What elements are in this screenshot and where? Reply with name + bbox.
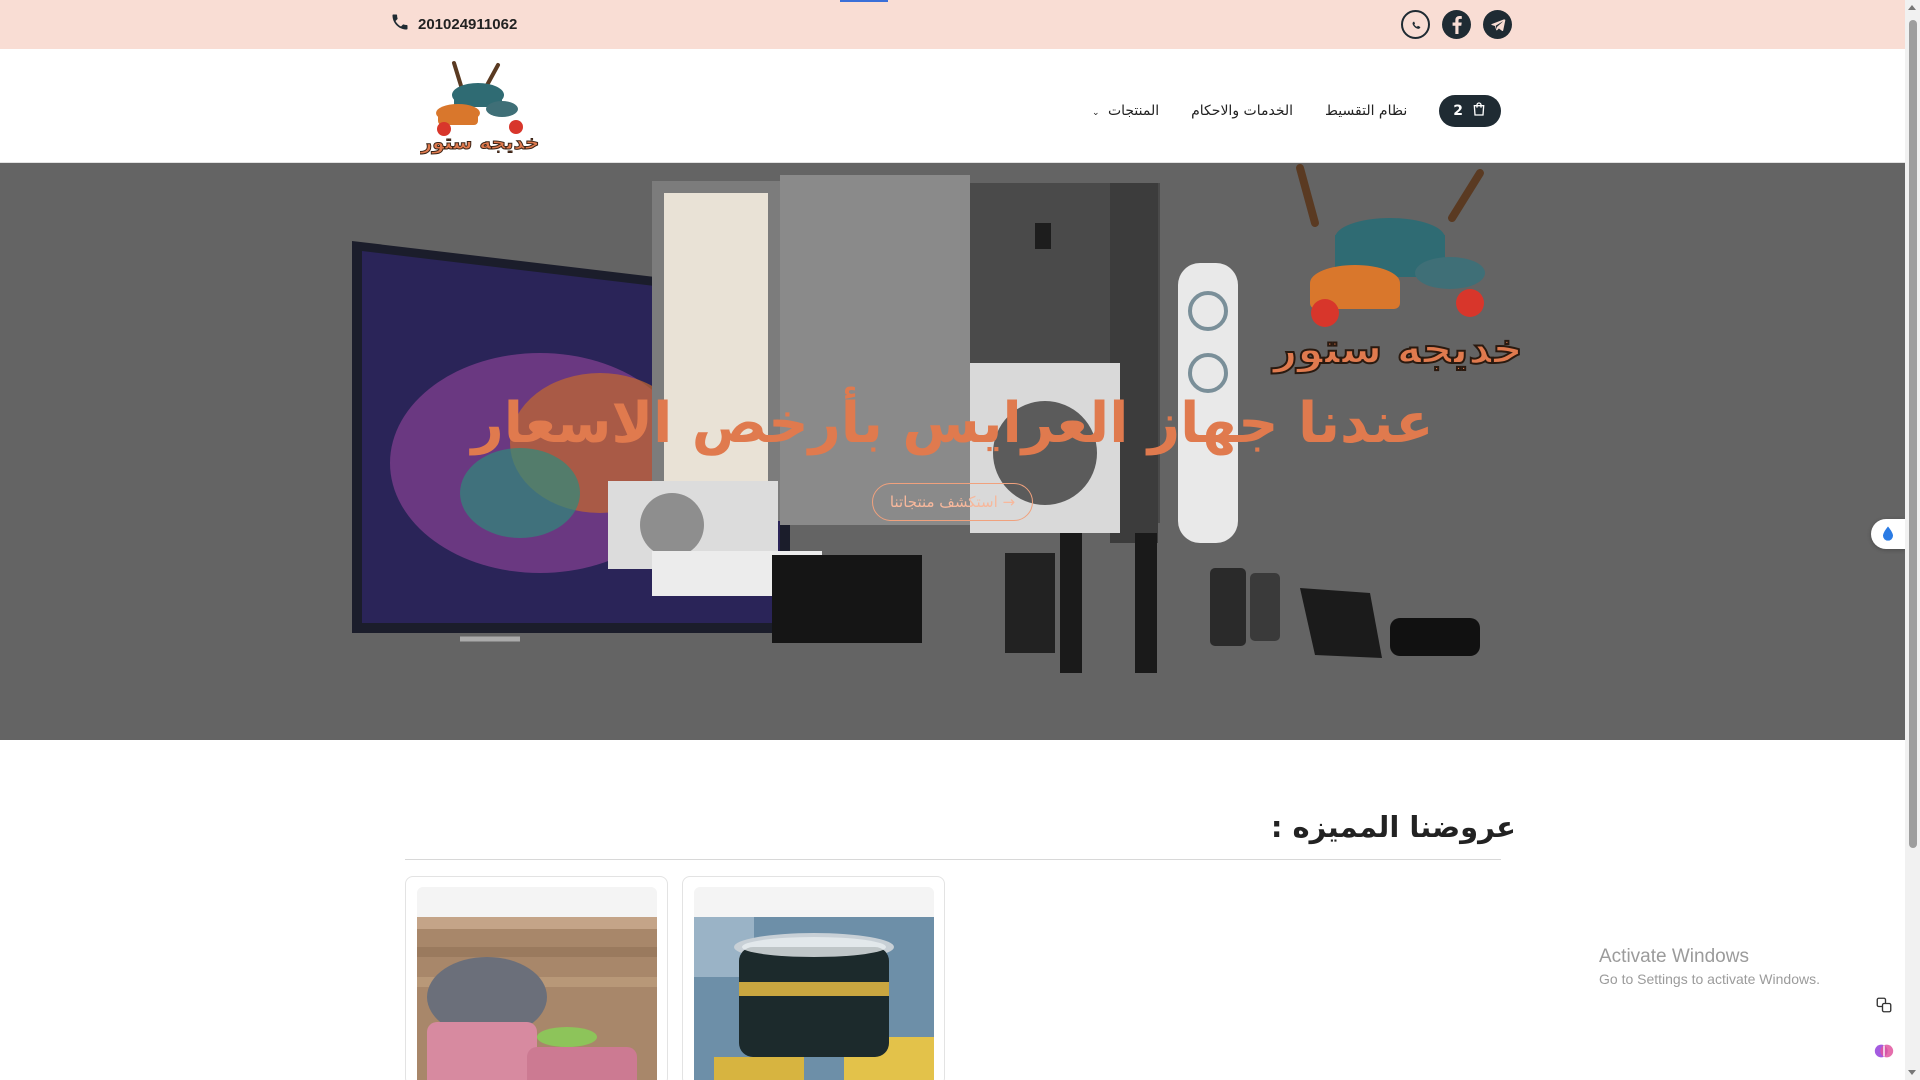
scroll-down-arrow-icon[interactable] — [1908, 1070, 1916, 1075]
facebook-icon[interactable] — [1442, 10, 1471, 39]
svg-text:خديجه ستور: خديجه ستور — [420, 130, 539, 154]
hero-title: عندنا جهاز العرايس بأرخص الاسعار — [471, 391, 1434, 456]
site-header: خديجه ستور 2 نظام التقسيط الخدمات والاحك… — [0, 49, 1905, 163]
product-image — [694, 887, 934, 1080]
nav-installments[interactable]: نظام التقسيط — [1325, 103, 1407, 119]
nav-products-label: المنتجات — [1107, 103, 1160, 119]
floating-widget-button[interactable] — [1871, 519, 1905, 549]
product-card[interactable] — [405, 876, 668, 1080]
main-nav: 2 نظام التقسيط الخدمات والاحكام المنتجات… — [1092, 95, 1501, 127]
nav-terms[interactable]: الخدمات والاحكام — [1191, 103, 1293, 119]
windows-activation-watermark: Activate Windows Go to Settings to activ… — [1599, 946, 1820, 987]
water-drop-icon — [1883, 526, 1893, 541]
store-logo[interactable]: خديجه ستور — [419, 55, 540, 157]
telegram-icon[interactable] — [1483, 10, 1512, 39]
whatsapp-icon[interactable] — [1401, 10, 1430, 39]
section-divider — [405, 859, 1501, 860]
top-bar: 201024911062 — [0, 0, 1905, 49]
chevron-down-icon: ⌄ — [1091, 108, 1100, 118]
phone-contact[interactable]: 201024911062 — [390, 12, 517, 36]
translate-icon[interactable] — [1869, 990, 1899, 1020]
product-image — [417, 887, 657, 1080]
cart-button[interactable]: 2 — [1439, 95, 1501, 127]
phone-icon — [390, 12, 410, 36]
featured-offers-title: عروضنا المميزه : — [1270, 810, 1516, 844]
cart-count: 2 — [1453, 103, 1463, 119]
hero-banner: خديجه ستور عندنا جهاز العرايس بأرخص الاس… — [0, 163, 1905, 740]
scrollbar-thumb[interactable] — [1909, 20, 1917, 848]
nav-products[interactable]: المنتجات ⌄ — [1092, 103, 1159, 119]
brain-extension-icon[interactable] — [1869, 1036, 1899, 1066]
page-scrollbar[interactable] — [1905, 0, 1920, 1080]
scroll-up-arrow-icon[interactable] — [1908, 5, 1916, 10]
product-card[interactable] — [682, 876, 945, 1080]
phone-number: 201024911062 — [418, 15, 518, 33]
active-tab-indicator — [840, 0, 888, 2]
activate-title: Activate Windows — [1599, 946, 1749, 967]
svg-text:خديجه ستور: خديجه ستور — [1271, 324, 1523, 374]
shopping-bag-icon — [1471, 101, 1487, 121]
activate-subtitle: Go to Settings to activate Windows. — [1599, 971, 1820, 987]
social-links — [1401, 10, 1512, 39]
explore-products-button[interactable]: → استكشف منتجاتنا — [872, 483, 1033, 521]
